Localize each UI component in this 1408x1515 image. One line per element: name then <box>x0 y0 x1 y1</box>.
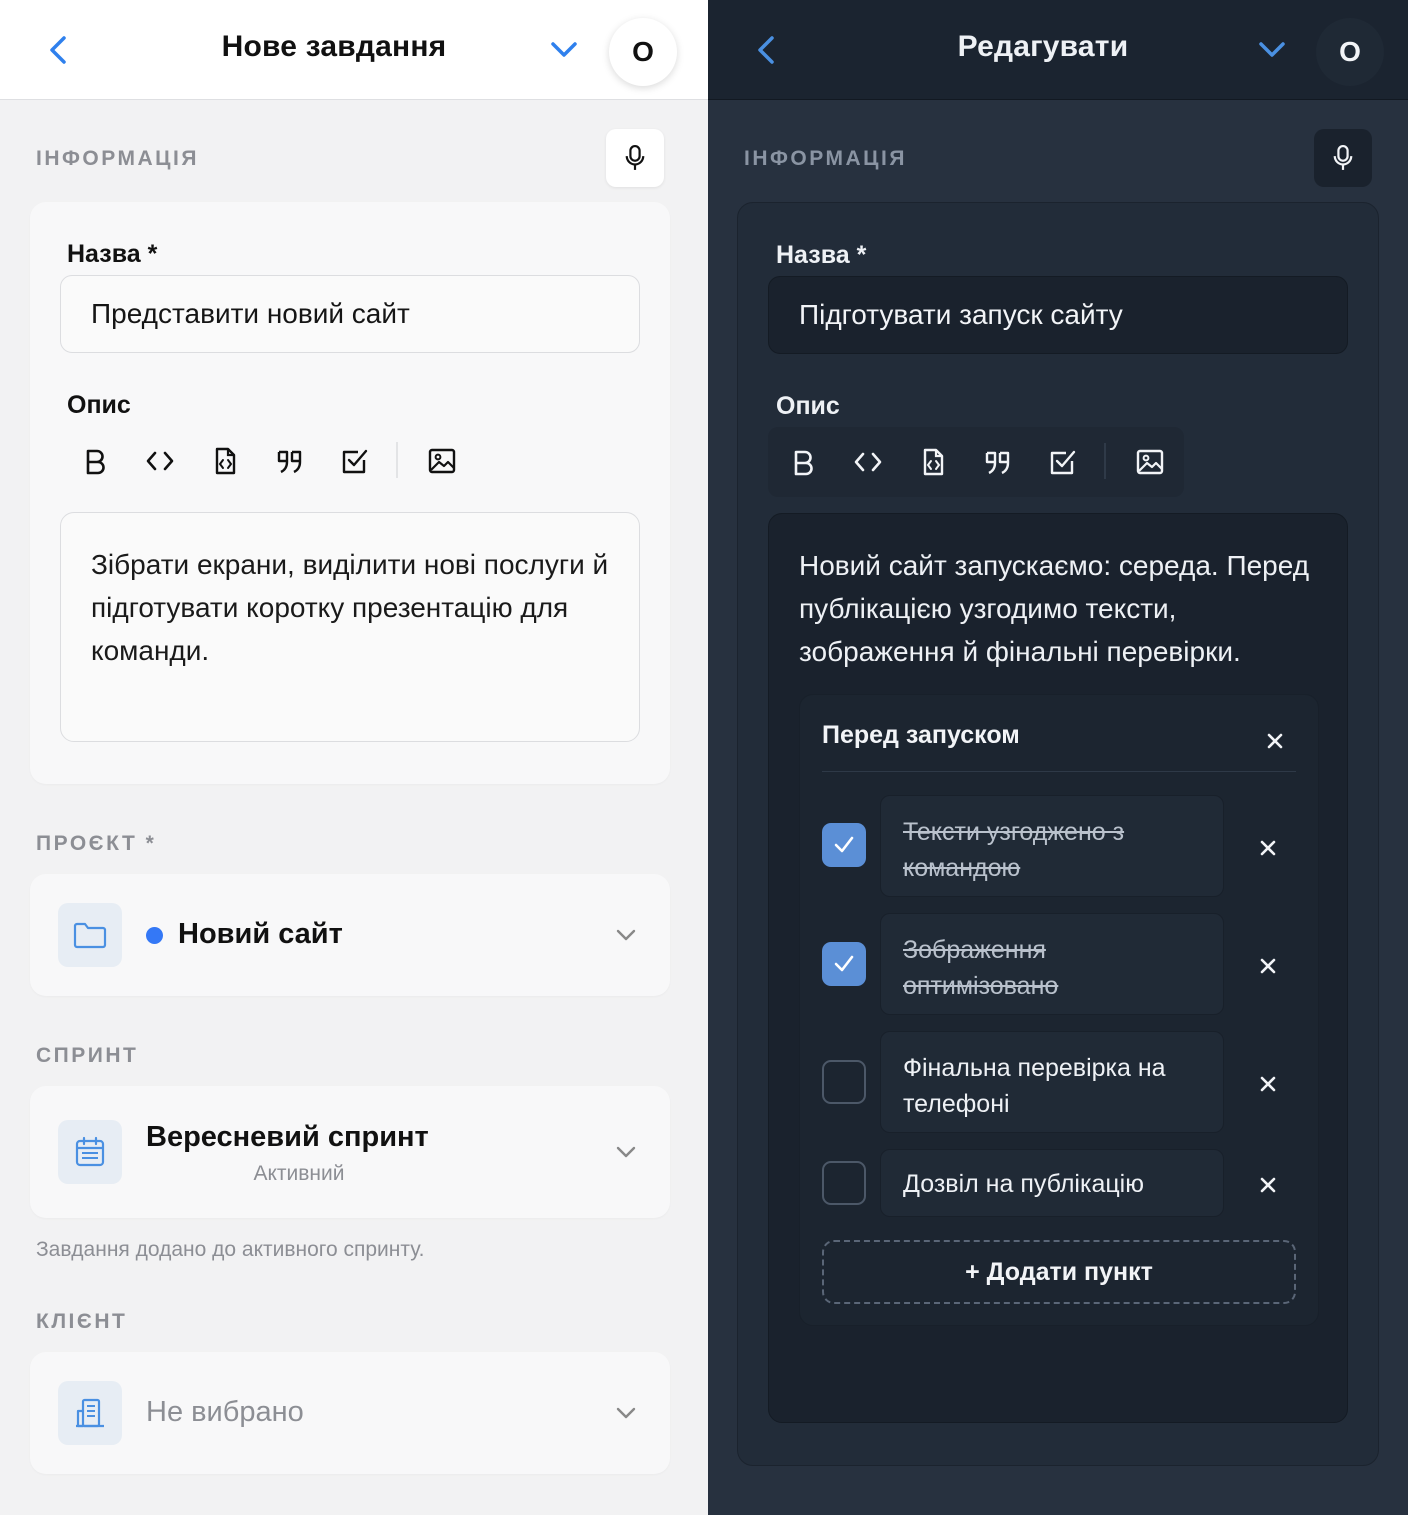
bold-button[interactable] <box>788 447 818 477</box>
quote-button[interactable] <box>275 446 305 476</box>
collapse-button[interactable] <box>549 38 579 62</box>
check-icon <box>834 836 854 853</box>
chevron-down-icon <box>616 1146 636 1158</box>
avatar[interactable]: O <box>609 18 677 86</box>
info-card: Назва * Представити новий сайт Опис Зібр… <box>30 202 670 784</box>
checklist-title: Перед запуском <box>822 721 1020 749</box>
checklist-item-text[interactable]: Зображення оптимізовано <box>880 913 1224 1015</box>
code-block-button[interactable] <box>210 446 240 476</box>
remove-item-icon[interactable] <box>1258 956 1278 976</box>
description-text: Новий сайт запускаємо: середа. Перед пуб… <box>799 550 1310 667</box>
section-sprint-label: СПРИНТ <box>36 1044 139 1067</box>
checklist-icon <box>342 449 368 474</box>
microphone-button[interactable] <box>606 129 664 187</box>
checklist-item-text[interactable]: Тексти узгоджено з командою <box>880 795 1224 897</box>
checkbox-item-4[interactable] <box>822 1161 866 1205</box>
description-label: Опис <box>776 392 840 420</box>
light-pane: Нове завдання O ІНФОРМАЦІЯ Назва * Предс… <box>0 0 708 1515</box>
description-text: Зібрати екрани, виділити нові послуги й … <box>91 549 609 666</box>
code-block-icon <box>215 447 236 475</box>
section-info-label: ІНФОРМАЦІЯ <box>36 147 199 170</box>
bold-icon <box>794 450 813 476</box>
name-input[interactable]: Підготувати запуск сайту <box>768 276 1348 354</box>
checkbox-item-2[interactable] <box>822 942 866 986</box>
bold-icon <box>86 449 105 475</box>
code-icon <box>146 451 174 471</box>
check-icon <box>834 955 854 972</box>
microphone-button[interactable] <box>1314 129 1372 187</box>
section-client-label: КЛІЄНТ <box>36 1310 128 1333</box>
remove-item-icon[interactable] <box>1258 1175 1278 1195</box>
image-icon <box>1136 449 1164 475</box>
header: Редагувати O <box>708 0 1408 100</box>
image-icon <box>428 448 456 474</box>
description-editor[interactable]: Новий сайт запускаємо: середа. Перед пуб… <box>768 513 1348 1423</box>
header: Нове завдання O <box>0 0 708 100</box>
building-icon-box <box>58 1381 122 1445</box>
quote-icon <box>985 451 1010 475</box>
add-item-button[interactable]: + Додати пункт <box>822 1240 1296 1304</box>
format-toolbar <box>768 427 1184 497</box>
project-select[interactable]: Новий сайт <box>30 874 670 996</box>
collapse-button[interactable] <box>1257 38 1287 62</box>
building-icon <box>76 1398 104 1428</box>
chevron-down-icon <box>1259 42 1285 57</box>
chevron-down-icon <box>616 929 636 941</box>
folder-icon-box <box>58 903 122 967</box>
sprint-select[interactable]: Вересневий спринт Активний <box>30 1086 670 1218</box>
checklist-button[interactable] <box>340 446 370 476</box>
remove-item-icon[interactable] <box>1258 838 1278 858</box>
project-value: Новий сайт <box>178 918 343 950</box>
description-editor[interactable]: Зібрати екрани, виділити нові послуги й … <box>60 512 640 742</box>
chevron-down-icon <box>616 1407 636 1419</box>
name-label: Назва * <box>67 240 158 268</box>
page-title: Редагувати <box>957 30 1129 63</box>
checklist-icon <box>1050 450 1076 475</box>
calendar-icon-box <box>58 1120 122 1184</box>
folder-icon <box>73 922 107 949</box>
avatar[interactable]: O <box>1316 18 1384 86</box>
quote-icon <box>277 450 302 474</box>
code-block-icon <box>923 448 944 476</box>
info-card: Назва * Підготувати запуск сайту Опис Но… <box>737 202 1379 1466</box>
sprint-value: Вересневий спринт <box>146 1121 429 1153</box>
checkbox-item-1[interactable] <box>822 823 866 867</box>
checklist-button[interactable] <box>1048 447 1078 477</box>
calendar-icon <box>75 1136 105 1167</box>
bold-button[interactable] <box>80 446 110 476</box>
image-button[interactable] <box>427 446 457 476</box>
code-button[interactable] <box>145 446 175 476</box>
page-title: Нове завдання <box>221 30 447 63</box>
code-block-button[interactable] <box>918 447 948 477</box>
close-icon[interactable] <box>1265 731 1285 751</box>
checklist-item-text[interactable]: Фінальна перевірка на телефоні <box>880 1031 1224 1133</box>
remove-item-icon[interactable] <box>1258 1074 1278 1094</box>
name-input[interactable]: Представити новий сайт <box>60 275 640 353</box>
checklist-block: Перед запуском Тексти узгоджено з команд… <box>799 694 1319 1326</box>
quote-button[interactable] <box>983 447 1013 477</box>
sprint-status: Активний <box>253 1162 345 1185</box>
project-color-dot <box>146 927 163 944</box>
code-button[interactable] <box>853 447 883 477</box>
checkbox-item-3[interactable] <box>822 1060 866 1104</box>
dark-pane: Редагувати O ІНФОРМАЦІЯ Назва * Підготув… <box>708 0 1408 1515</box>
section-project-label: ПРОЄКТ * <box>36 832 157 855</box>
name-label: Назва * <box>776 241 867 269</box>
microphone-icon <box>625 144 645 170</box>
image-button[interactable] <box>1135 447 1165 477</box>
description-label: Опис <box>67 391 131 419</box>
checklist-item-text[interactable]: Дозвіл на публікацію <box>880 1149 1224 1217</box>
section-info-label: ІНФОРМАЦІЯ <box>744 147 907 170</box>
format-toolbar <box>60 426 490 496</box>
chevron-down-icon <box>551 42 577 57</box>
sprint-hint: Завдання додано до активного спринту. <box>36 1238 425 1261</box>
code-icon <box>854 452 882 472</box>
client-select[interactable]: Не вибрано <box>30 1352 670 1474</box>
client-value: Не вибрано <box>146 1396 304 1428</box>
microphone-icon <box>1333 144 1353 170</box>
